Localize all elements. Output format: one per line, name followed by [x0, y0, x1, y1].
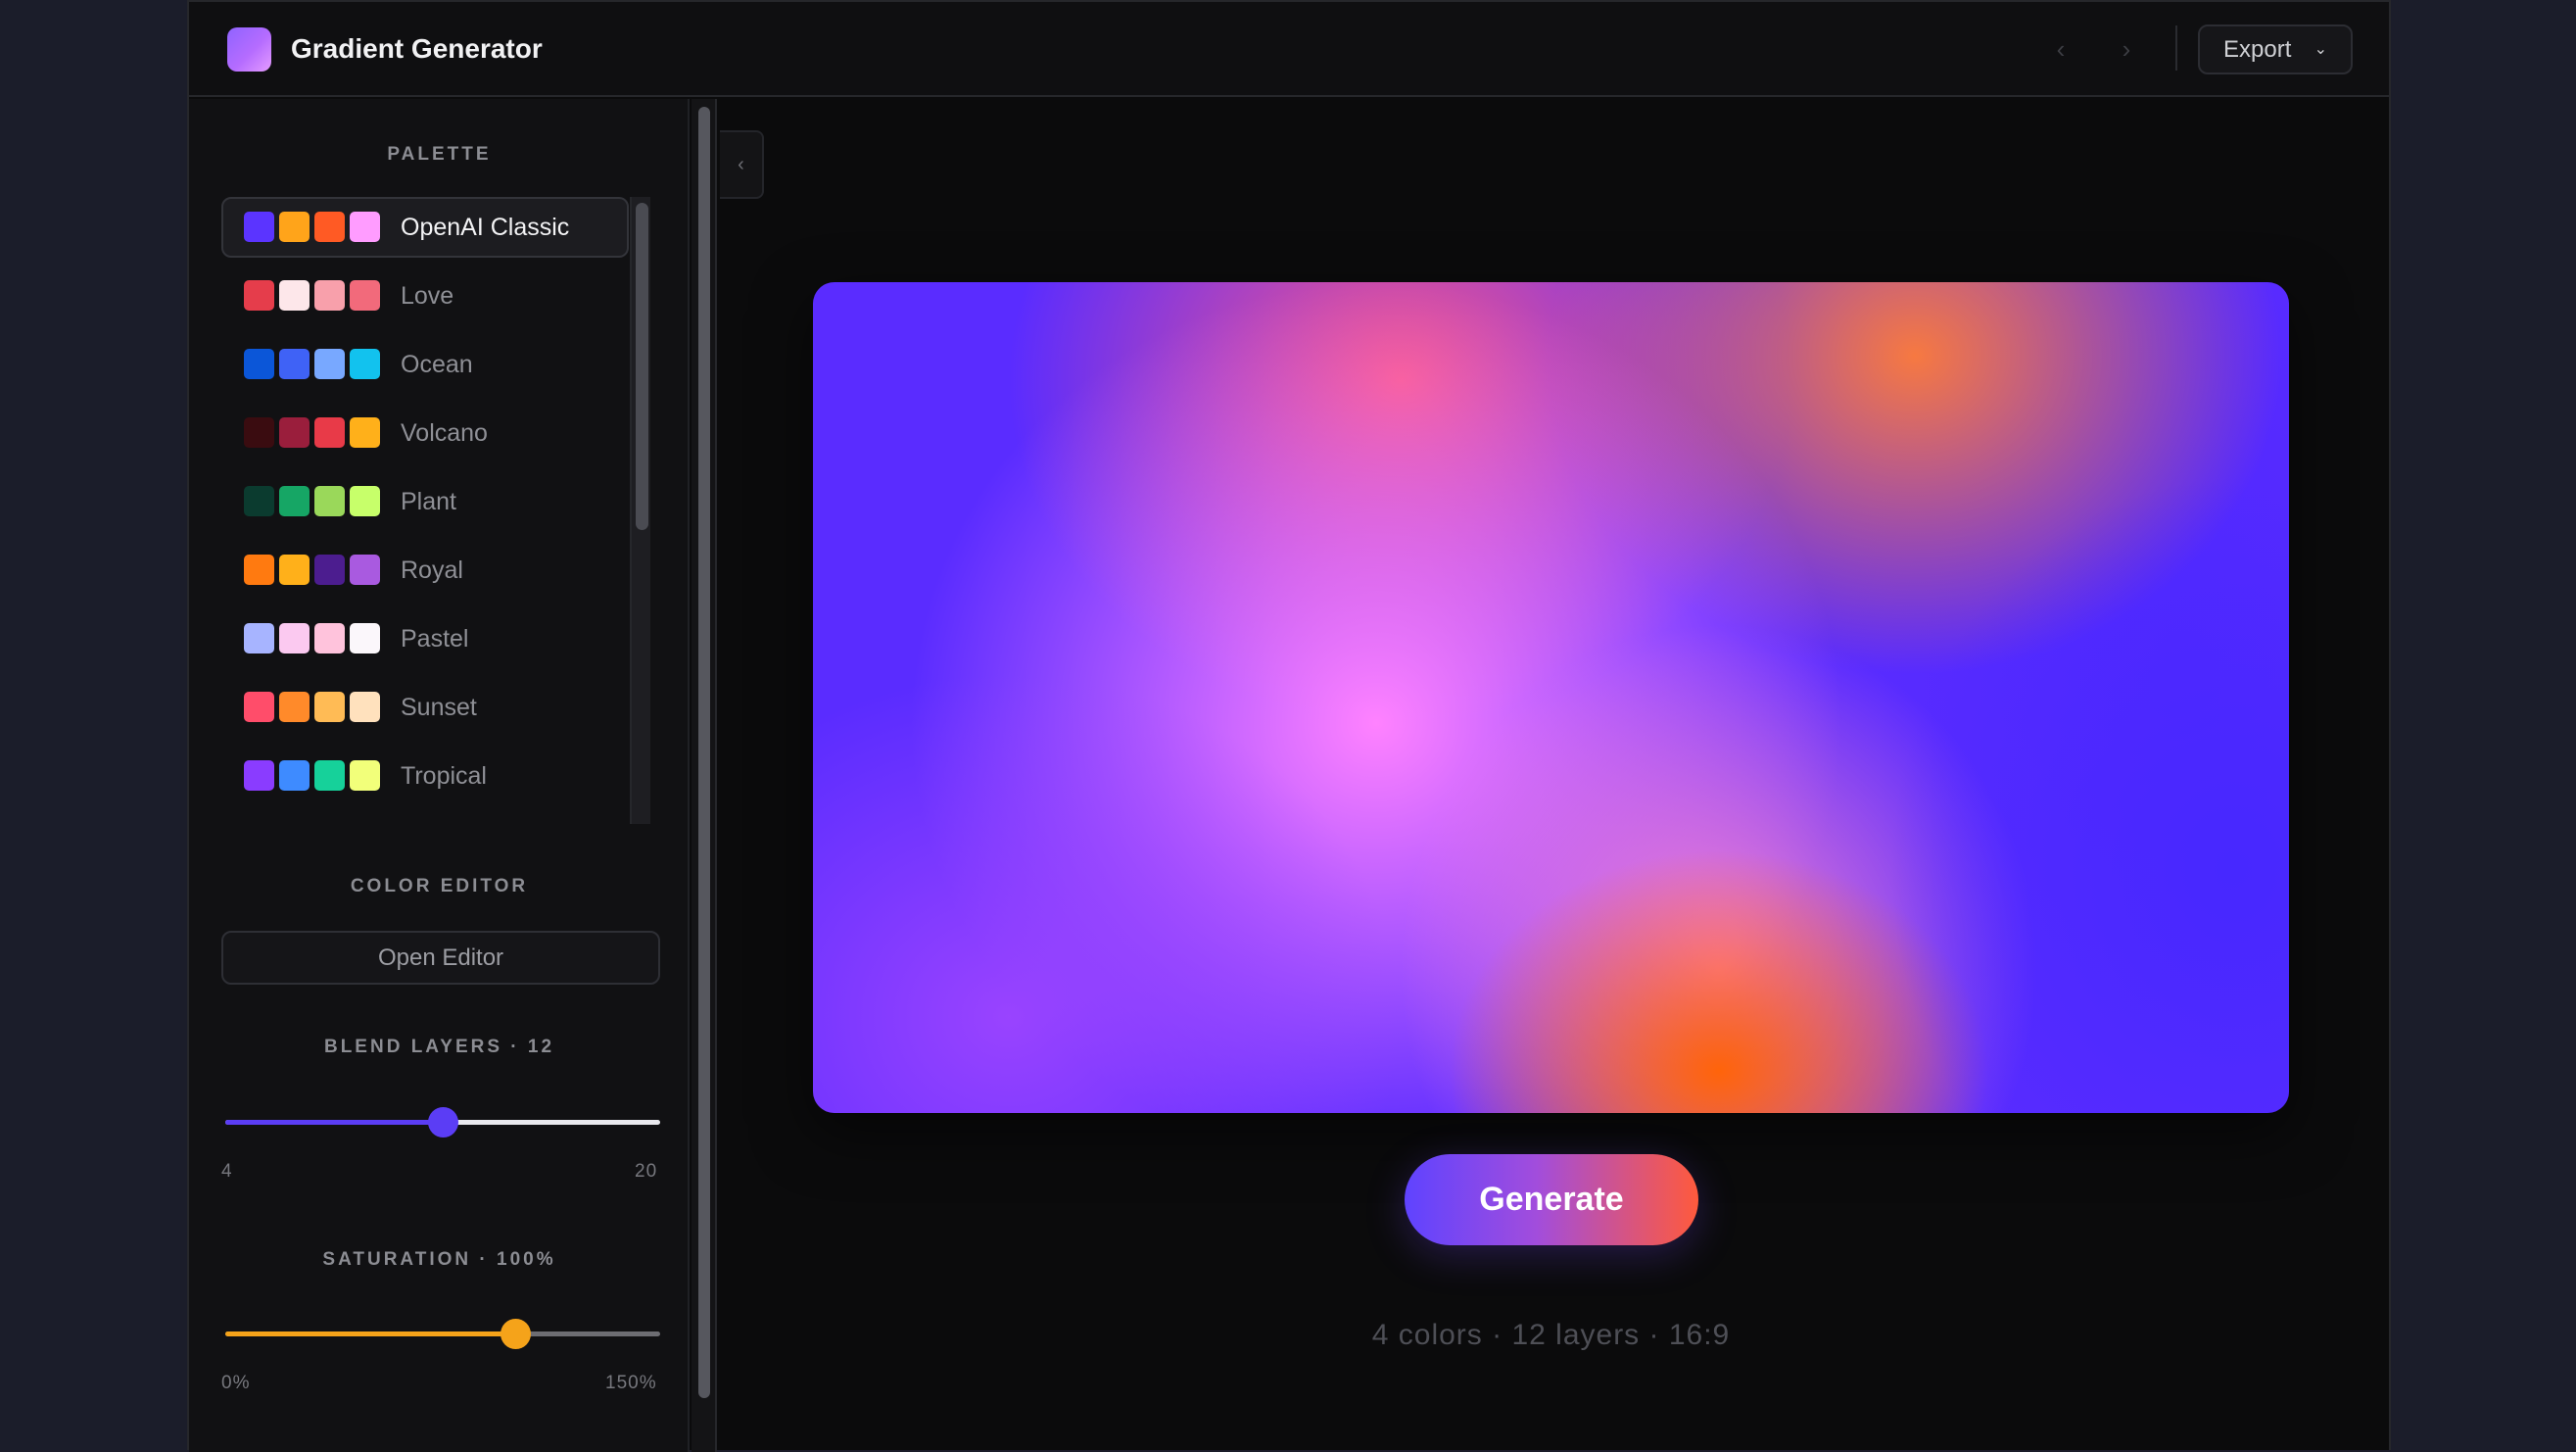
blend-layers-min-label: 4 [221, 1161, 233, 1182]
color-swatch [350, 212, 380, 242]
toolbar-divider [2175, 25, 2177, 71]
color-swatch [314, 692, 345, 722]
palette-item[interactable]: Pastel [221, 608, 629, 669]
top-bar: Gradient Generator ‹ › Export ⌄ [189, 2, 2389, 97]
palette-section-title: PALETTE [387, 144, 492, 165]
color-swatch [314, 417, 345, 448]
app-logo [227, 27, 271, 72]
palette-item[interactable]: Ocean [221, 334, 629, 395]
slider-fill [225, 1331, 515, 1336]
color-swatch [244, 280, 274, 311]
app-title: Gradient Generator [291, 33, 543, 64]
blend-layers-title: BLEND LAYERS · 12 [323, 1037, 555, 1057]
export-label: Export [2223, 36, 2292, 63]
gradient-preview [813, 282, 2289, 1113]
palette-item[interactable]: Plant [221, 471, 629, 532]
palette-list-scrollbar[interactable] [630, 197, 650, 824]
generate-button[interactable]: Generate [1405, 1154, 1698, 1245]
palette-list-scroll-thumb[interactable] [636, 203, 648, 530]
palette-item[interactable]: Royal [221, 540, 629, 601]
forward-button[interactable]: › [2103, 27, 2150, 73]
color-swatch [314, 555, 345, 585]
palette-name: Tropical [401, 762, 487, 790]
chevron-right-icon: › [2122, 34, 2131, 64]
color-swatch [350, 623, 380, 653]
palette-name: Love [401, 282, 454, 310]
gradient-info: 4 colors · 12 layers · 16:9 [1371, 1319, 1731, 1351]
saturation-title: SATURATION · 100% [322, 1249, 556, 1270]
color-swatch [279, 623, 310, 653]
color-swatch [350, 349, 380, 379]
chevron-left-icon: ‹ [2056, 34, 2066, 64]
palette-item[interactable]: Sunset [221, 677, 629, 738]
palette-list: OpenAI Classic Love Ocean Volcano Plant Royal… [221, 197, 629, 824]
color-swatch [244, 349, 274, 379]
color-swatch [350, 760, 380, 791]
color-swatch [350, 280, 380, 311]
sidebar: PALETTE OpenAI Classic Love Ocean Volcano Pl… [189, 99, 690, 1452]
export-button[interactable]: Export ⌄ [2198, 24, 2353, 74]
slider-thumb[interactable] [501, 1319, 531, 1349]
color-swatch [244, 555, 274, 585]
color-swatch [279, 555, 310, 585]
color-swatch [244, 417, 274, 448]
color-swatch [279, 349, 310, 379]
color-swatch [350, 486, 380, 516]
color-swatch [279, 280, 310, 311]
saturation-max-label: 150% [605, 1373, 657, 1393]
palette-name: Royal [401, 557, 463, 584]
blend-layers-slider[interactable] [225, 1103, 660, 1142]
palette-name: Plant [401, 488, 456, 515]
palette-name: Sunset [401, 694, 477, 721]
palette-name: Pastel [401, 625, 469, 653]
color-swatch [279, 417, 310, 448]
color-swatch [314, 349, 345, 379]
sidebar-scroll-thumb[interactable] [698, 107, 710, 1398]
palette-name: Volcano [401, 419, 488, 447]
palette-name: Ocean [401, 351, 473, 378]
color-swatch [279, 212, 310, 242]
palette-item[interactable]: OpenAI Classic [221, 197, 629, 258]
saturation-min-label: 0% [221, 1373, 251, 1393]
color-swatch [244, 692, 274, 722]
palette-name: OpenAI Classic [401, 214, 570, 241]
color-swatch [350, 692, 380, 722]
color-swatch [314, 760, 345, 791]
color-editor-section-title: COLOR EDITOR [350, 876, 529, 896]
color-swatch [279, 760, 310, 791]
palette-item[interactable]: Volcano [221, 403, 629, 463]
open-editor-button[interactable]: Open Editor [221, 931, 660, 985]
sidebar-scrollbar[interactable] [692, 99, 717, 1452]
blend-layers-max-label: 20 [635, 1161, 658, 1182]
slider-thumb[interactable] [428, 1107, 458, 1137]
palette-item[interactable]: Tropical [221, 746, 629, 806]
slider-fill [225, 1120, 443, 1125]
color-swatch [244, 623, 274, 653]
chevron-left-icon: ‹ [738, 154, 744, 175]
saturation-slider[interactable] [225, 1315, 660, 1354]
color-swatch [314, 212, 345, 242]
color-swatch [244, 212, 274, 242]
color-swatch [350, 555, 380, 585]
color-swatch [244, 760, 274, 791]
back-button[interactable]: ‹ [2037, 27, 2084, 73]
color-swatch [314, 280, 345, 311]
color-swatch [314, 623, 345, 653]
color-swatch [279, 692, 310, 722]
app-window: Gradient Generator ‹ › Export ⌄ PALETTE … [187, 0, 2391, 1452]
collapse-sidebar-button[interactable]: ‹ [720, 130, 764, 199]
color-swatch [279, 486, 310, 516]
color-swatch [314, 486, 345, 516]
color-swatch [244, 486, 274, 516]
color-swatch [350, 417, 380, 448]
chevron-down-icon: ⌄ [2314, 41, 2327, 58]
palette-item[interactable]: Love [221, 266, 629, 326]
